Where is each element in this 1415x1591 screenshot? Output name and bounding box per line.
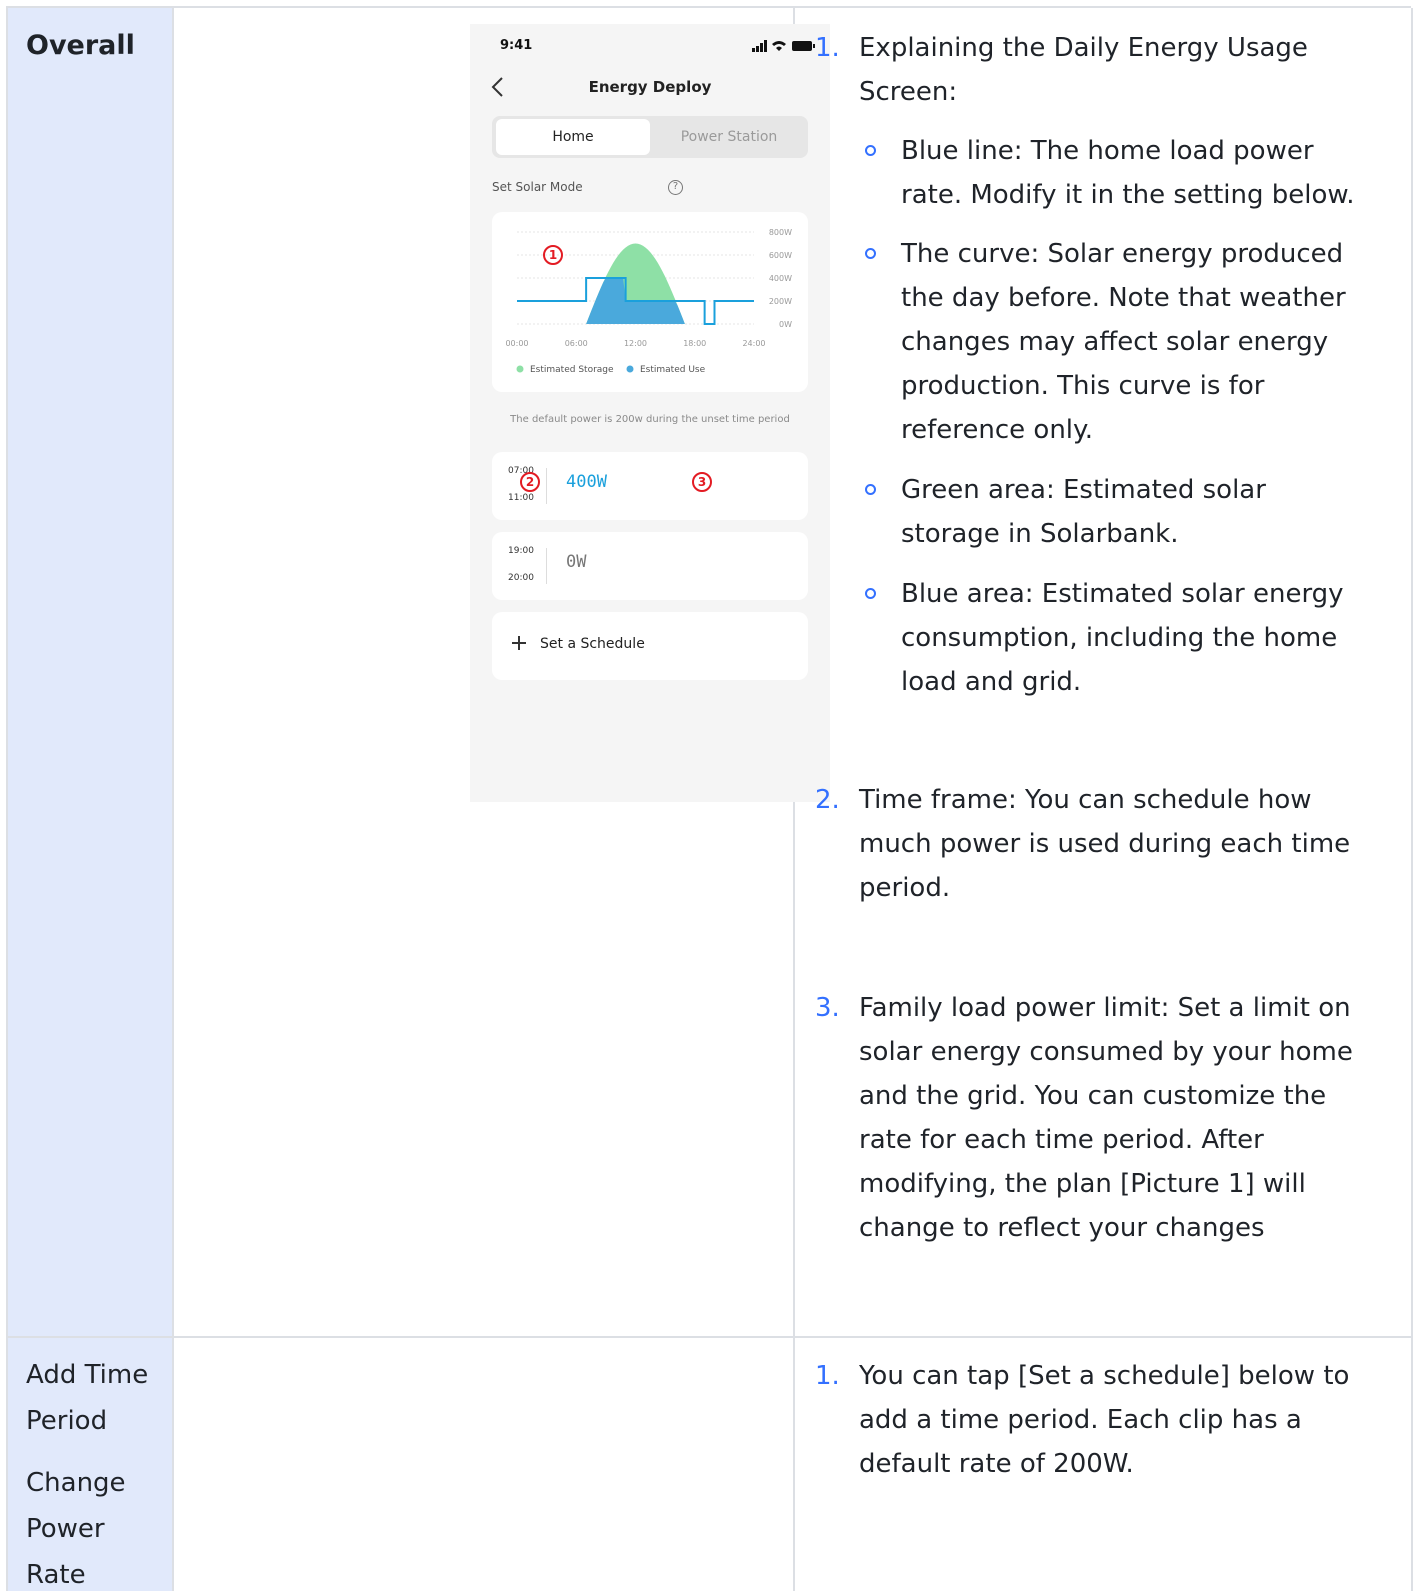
plus-icon [512, 636, 526, 650]
period-power-value[interactable]: 0W [566, 552, 586, 572]
legend-label: Estimated Storage [530, 365, 614, 375]
period-power-value[interactable]: 400W [566, 472, 607, 492]
row-label-change-power-rate: Change Power Rate [26, 1468, 126, 1590]
marker-3: 3 [692, 472, 712, 492]
y-tick-label: 400W [769, 274, 792, 283]
x-tick-label: 24:00 [742, 339, 765, 348]
energy-chart: 800W 600W 400W 200W 0W 00:00 06:00 12:00 18:00 24… [505, 228, 792, 375]
status-time: 9:41 [500, 38, 533, 53]
period-start: 19:00 [508, 546, 534, 556]
image-cell [174, 1338, 795, 1591]
table-row-overall: Overall 9:41 Energy Deploy Home Power St… [8, 8, 1413, 1338]
period-divider [546, 548, 547, 584]
bullet-text: Blue line: The home load power rate. Mod… [901, 136, 1355, 210]
signal-bar-1 [752, 48, 755, 52]
document-table: Overall 9:41 Energy Deploy Home Power St… [6, 6, 1413, 1591]
row-heading: Overall [26, 30, 135, 61]
set-solar-mode-label: Set Solar Mode [492, 180, 583, 194]
legend-label: Estimated Use [640, 365, 706, 375]
time-period-card-1[interactable]: 07:00 11:00 400W 2 3 [492, 452, 808, 520]
list-number: 1. [815, 33, 840, 63]
list-text: Time frame: You can schedule how much po… [859, 785, 1351, 903]
marker-1: 1 [543, 245, 563, 265]
wifi-icon [772, 41, 786, 51]
y-tick-label: 0W [779, 320, 792, 329]
bullet-text: Green area: Estimated solar storage in S… [901, 475, 1266, 549]
legend-dot [626, 365, 634, 373]
row-header-cell: Overall [8, 8, 174, 1336]
x-tick-label: 06:00 [565, 339, 588, 348]
bullet-circle-icon [865, 248, 876, 259]
row-header-cell: Add Time Period Change Power Rate [8, 1338, 174, 1591]
signal-bar-3 [760, 43, 763, 52]
x-tick-label: 12:00 [624, 339, 647, 348]
legend-dot [516, 365, 524, 373]
description-cell: 1. Explaining the Daily Energy Usage Scr… [795, 8, 1413, 1336]
list-text: Explaining the Daily Energy Usage Screen… [859, 33, 1308, 107]
image-cell: 9:41 Energy Deploy Home Power Station Se… [174, 8, 830, 1336]
x-tick-label: 18:00 [683, 339, 706, 348]
list-text: Family load power limit: Set a limit on … [859, 993, 1353, 1243]
app-title: Energy Deploy [588, 78, 712, 96]
default-power-hint: The default power is 200w during the uns… [510, 414, 790, 425]
x-tick-label: 00:00 [505, 339, 528, 348]
list-number: 1. [815, 1361, 840, 1391]
y-tick-label: 200W [769, 297, 792, 306]
row-label-add-time-period: Add Time Period [26, 1360, 149, 1436]
segmented-control: Home Power Station [492, 116, 808, 158]
signal-bar-2 [756, 46, 759, 52]
period-end: 11:00 [508, 493, 534, 503]
set-schedule-button[interactable]: Set a Schedule [492, 612, 808, 680]
energy-chart-card: 800W 600W 400W 200W 0W 00:00 06:00 12:00 18:00 24… [492, 212, 808, 392]
phone-screenshot: 9:41 Energy Deploy Home Power Station Se… [470, 24, 830, 802]
marker-2: 2 [520, 472, 540, 492]
bullet-circle-icon [865, 145, 876, 156]
list-text: You can tap [Set a schedule] below to ad… [859, 1361, 1350, 1479]
y-tick-label: 600W [769, 251, 792, 260]
description-cell: 1. You can tap [Set a schedule] below to… [795, 1338, 1413, 1591]
bullet-circle-icon [865, 484, 876, 495]
bullet-text: Blue area: Estimated solar energy consum… [901, 579, 1344, 697]
y-tick-label: 800W [769, 228, 792, 237]
time-period-card-2[interactable]: 19:00 20:00 0W [492, 532, 808, 600]
list-number: 2. [815, 785, 840, 815]
bullet-circle-icon [865, 588, 876, 599]
set-schedule-label: Set a Schedule [540, 636, 645, 652]
list-number: 3. [815, 993, 840, 1023]
table-row-add-time-period: Add Time Period Change Power Rate 1. You… [8, 1338, 1413, 1591]
bullet-text: The curve: Solar energy produced the day… [901, 239, 1346, 445]
signal-bar-4 [764, 40, 767, 52]
tab-power-station[interactable]: Power Station [652, 119, 806, 155]
period-divider [546, 468, 547, 504]
tab-home[interactable]: Home [496, 119, 650, 155]
help-icon[interactable]: ? [668, 180, 683, 195]
period-end: 20:00 [508, 573, 534, 583]
